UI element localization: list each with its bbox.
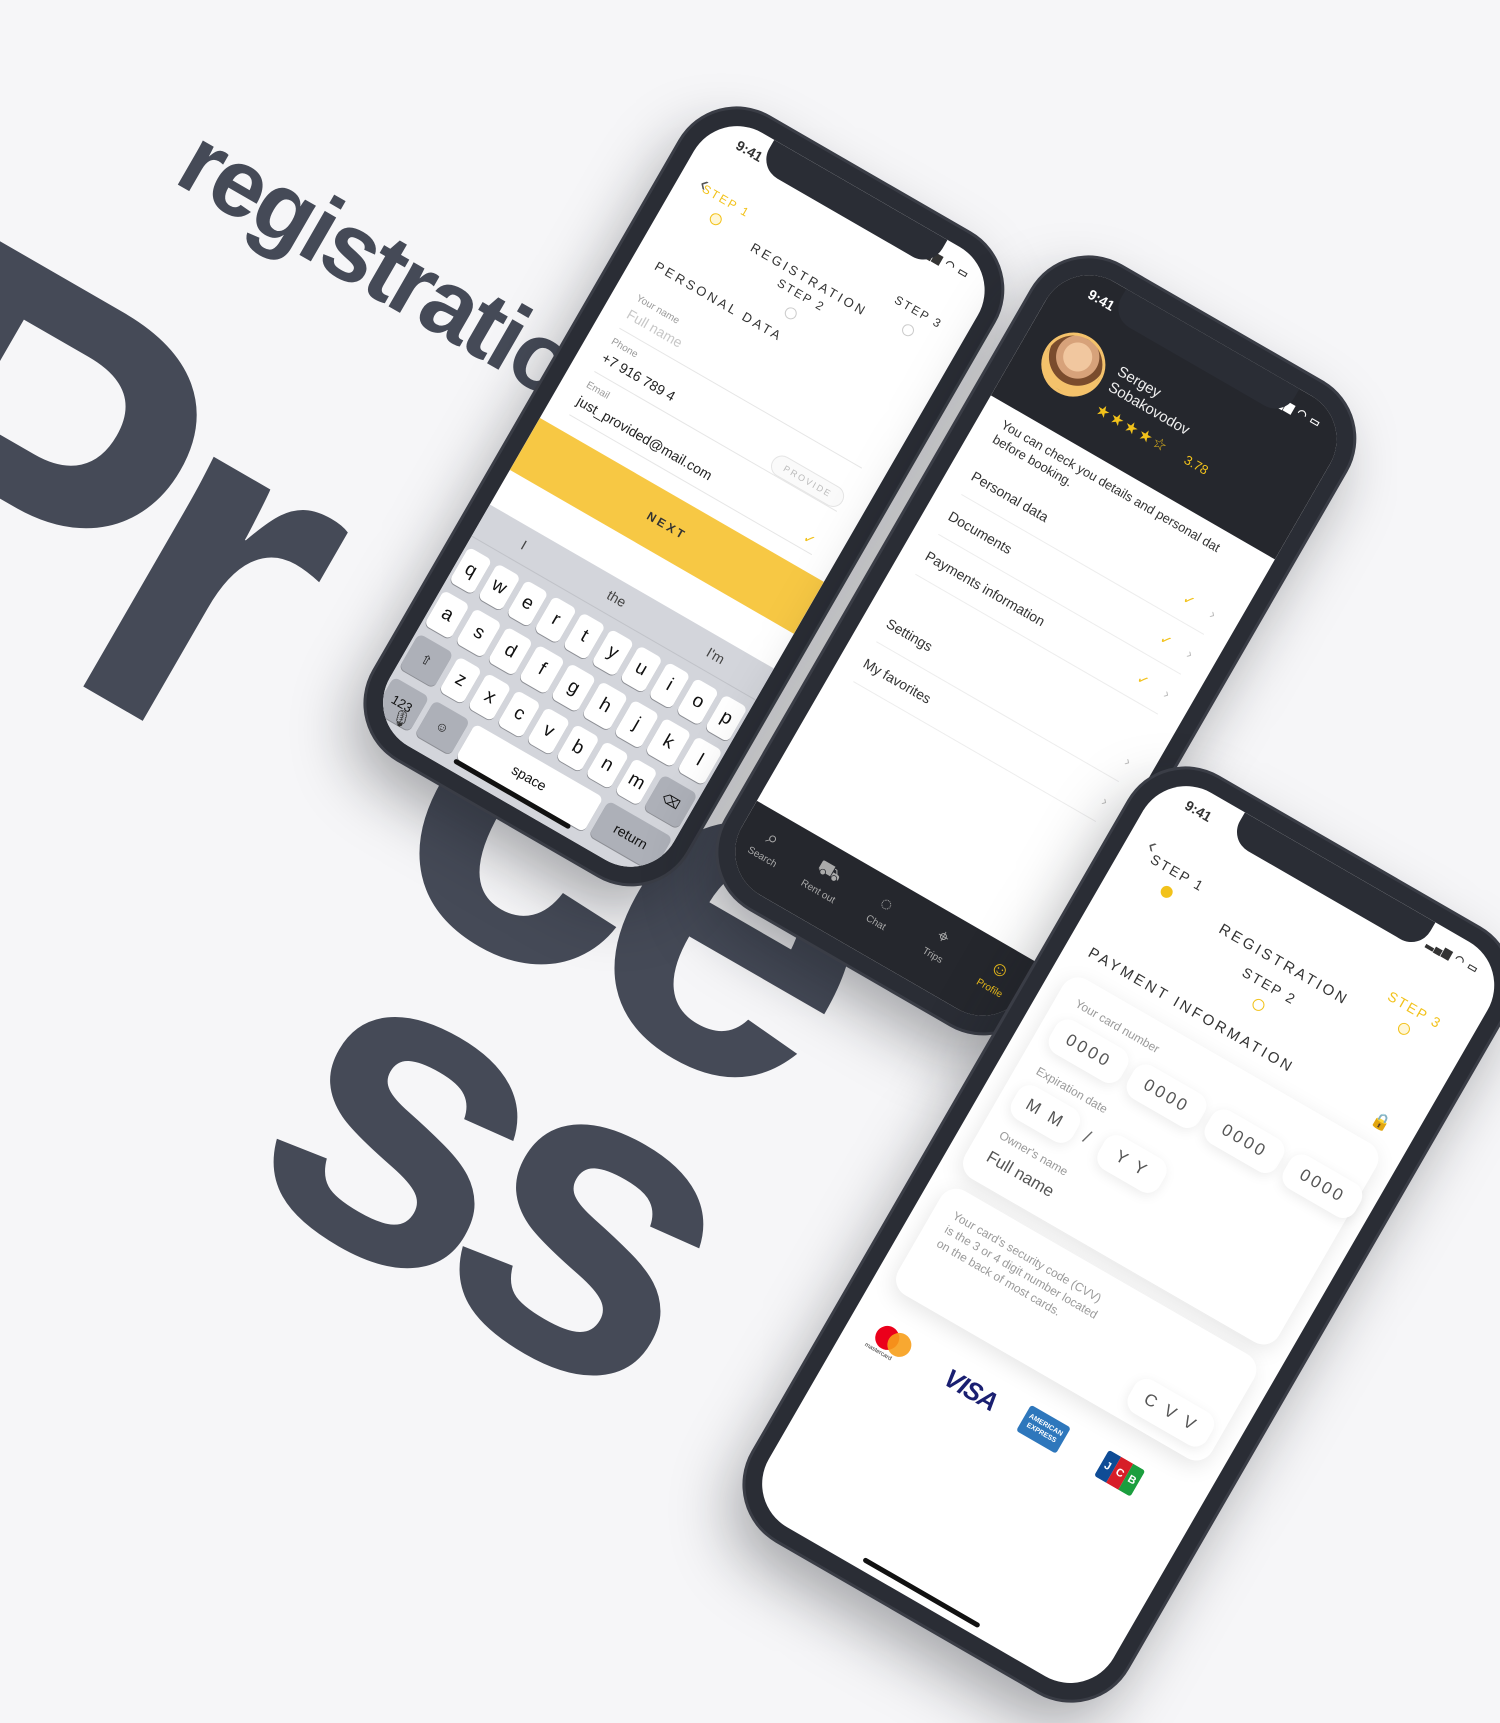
mastercard-logo: mastercard: [863, 1321, 916, 1362]
card-number-group-2[interactable]: 0000: [1121, 1059, 1212, 1134]
amex-logo: AMERICAN EXPRESS: [1016, 1404, 1071, 1454]
suggestion[interactable]: the: [604, 587, 629, 611]
expiration-year-input[interactable]: Y Y: [1092, 1130, 1172, 1198]
step-1-label: Step 1: [1147, 850, 1208, 895]
chevron-right-icon: ›: [1184, 645, 1197, 662]
step-3-dot: [1395, 1020, 1413, 1038]
signal-wifi-battery-icon: ▂▄▆ ◠ ▭: [1424, 936, 1481, 977]
suggestion[interactable]: I'm: [704, 644, 728, 667]
chevron-right-icon: ›: [1161, 685, 1174, 702]
rating-value: 3.78: [1181, 452, 1211, 478]
step-3-label: Step 3: [891, 292, 946, 332]
step-2-label: Step 2: [1239, 963, 1300, 1008]
done-check-icon: ✓: [1134, 669, 1153, 690]
avatar[interactable]: [1029, 320, 1118, 409]
step-1-check-icon: [1158, 883, 1175, 901]
cvv-input[interactable]: C V V: [1122, 1373, 1220, 1452]
home-indicator: [862, 1556, 981, 1629]
status-time: 9:41: [1182, 796, 1215, 825]
card-number-group-3[interactable]: 0000: [1199, 1104, 1290, 1179]
step-3[interactable]: Step 3: [866, 283, 961, 357]
backspace-key-icon[interactable]: ⌫: [643, 774, 698, 829]
step-1[interactable]: Step 1: [674, 172, 769, 246]
expiration-separator: /: [1079, 1126, 1095, 1147]
done-check-icon: ✓: [1157, 630, 1176, 650]
step-1-label: Step 1: [699, 181, 753, 221]
status-time: 9:41: [1085, 285, 1118, 314]
jcb-logo: J C B: [1094, 1449, 1146, 1497]
chevron-right-icon: ›: [1099, 792, 1112, 809]
status-time: 9:41: [733, 136, 766, 165]
chevron-right-icon: ›: [1122, 752, 1135, 770]
chevron-right-icon: ›: [1207, 605, 1220, 622]
menu-item-label: Settings: [883, 615, 936, 655]
suggestion[interactable]: I: [518, 537, 529, 553]
step-2-dot: [782, 305, 799, 322]
step-2-dot: [1250, 996, 1267, 1014]
step-3-dot: [899, 322, 917, 339]
step-3[interactable]: Step 3: [1362, 980, 1458, 1056]
step-3-label: Step 3: [1384, 987, 1445, 1032]
step-2[interactable]: Step 2: [1216, 956, 1312, 1032]
card-number-group-4[interactable]: 0000: [1277, 1149, 1368, 1224]
visa-logo: VISA: [938, 1362, 1003, 1417]
step-1-dot: [707, 211, 724, 228]
step-1[interactable]: Step 1: [1125, 843, 1221, 919]
done-check-icon: ✓: [1180, 590, 1199, 610]
step-2-label: Step 2: [774, 275, 828, 315]
lock-icon: 🔒: [1368, 1110, 1395, 1135]
